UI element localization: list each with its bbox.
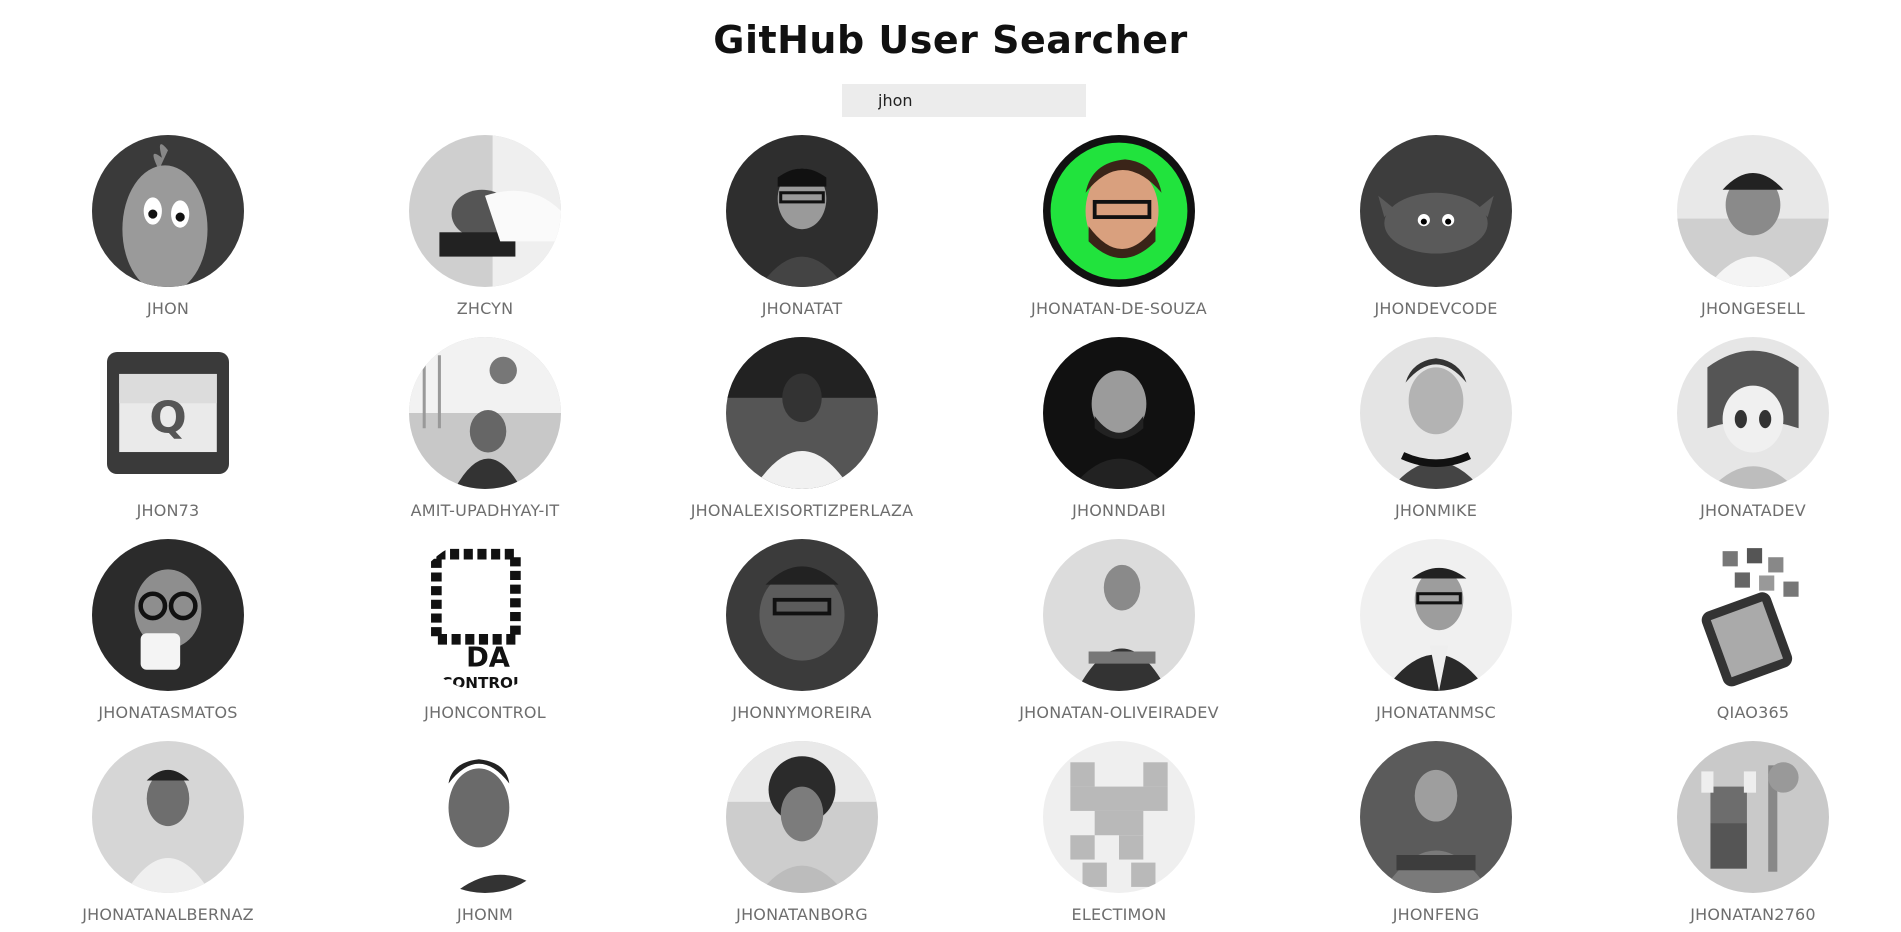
user-login[interactable]: jhonatan-oliveiradev	[1019, 703, 1218, 722]
user-login[interactable]: jhonalexisortizperlaza	[691, 501, 914, 520]
man-with-glasses-dark-avatar[interactable]	[726, 539, 878, 691]
user-login[interactable]: jhon	[147, 299, 189, 318]
user-login[interactable]: jhondevcode	[1374, 299, 1497, 318]
man-arms-crossed-avatar[interactable]	[1043, 539, 1195, 691]
crab-mascot-avatar[interactable]	[1360, 135, 1512, 287]
user-login[interactable]: jhonfeng	[1393, 905, 1480, 924]
smiling-man-headphones-avatar[interactable]	[1360, 337, 1512, 489]
user-login[interactable]: jhonatan2760	[1690, 905, 1816, 924]
user-login[interactable]: jhonatasmatos	[98, 703, 237, 722]
user-login[interactable]: jhonatanmsc	[1376, 703, 1496, 722]
user-login[interactable]: jhonndabi	[1072, 501, 1166, 520]
user-card[interactable]: Qjhon73	[38, 337, 298, 539]
svg-text:CONTROL: CONTROL	[441, 674, 523, 691]
smartphone-apps-avatar[interactable]	[1677, 539, 1829, 691]
user-login[interactable]: jhoncontrol	[424, 703, 546, 722]
user-login[interactable]: zhcyn	[457, 299, 514, 318]
user-login[interactable]: electimon	[1072, 905, 1167, 924]
user-login[interactable]: jhongesell	[1701, 299, 1805, 318]
user-card[interactable]: jhonndabi	[989, 337, 1249, 539]
user-login[interactable]: jhonatan-de-souza	[1031, 299, 1207, 318]
bearded-man-avatar[interactable]	[1043, 337, 1195, 489]
user-login[interactable]: jhonatanborg	[736, 905, 868, 924]
man-drinking-coffee-avatar[interactable]	[92, 539, 244, 691]
user-login[interactable]: jhonatanalbernaz	[82, 905, 254, 924]
user-card[interactable]: jhonatanmsc	[1306, 539, 1566, 741]
curly-hair-man-avatar[interactable]	[726, 741, 878, 893]
user-card[interactable]: jhonatan-oliveiradev	[989, 539, 1249, 741]
user-card[interactable]: DA CONTROL jhoncontrol	[355, 539, 615, 741]
bearded-man-green-background-avatar[interactable]	[1043, 135, 1195, 287]
user-card[interactable]: jhonatat	[672, 135, 932, 337]
user-login[interactable]: jhonmike	[1395, 501, 1477, 520]
man-portrait-avatar[interactable]	[409, 741, 561, 893]
search-input[interactable]	[842, 84, 1086, 117]
man-in-suit-avatar[interactable]	[1360, 539, 1512, 691]
user-card[interactable]: jhonm	[355, 741, 615, 932]
user-login[interactable]: jhonatadev	[1700, 501, 1806, 520]
anime-character-avatar[interactable]	[1677, 337, 1829, 489]
user-card[interactable]: jhonmike	[1306, 337, 1566, 539]
user-card[interactable]: jhonatan2760	[1623, 741, 1883, 932]
man-arms-crossed-dark-avatar[interactable]	[1360, 741, 1512, 893]
man-in-cap-avatar[interactable]	[1677, 135, 1829, 287]
user-card[interactable]: jhonatan-de-souza	[989, 135, 1249, 337]
user-card[interactable]: jhondevcode	[1306, 135, 1566, 337]
basketball-player-avatar[interactable]	[409, 337, 561, 489]
user-card[interactable]: zhcyn	[355, 135, 615, 337]
user-card[interactable]: jhonnymoreira	[672, 539, 932, 741]
letter-q-app-icon-avatar[interactable]: Q	[107, 352, 229, 474]
user-login[interactable]: jhonm	[457, 905, 513, 924]
user-card[interactable]: qiao365	[1623, 539, 1883, 741]
user-card[interactable]: jhonatadev	[1623, 337, 1883, 539]
man-with-glasses-avatar[interactable]	[726, 135, 878, 287]
user-card[interactable]: amit-upadhyay-it	[355, 337, 615, 539]
app: GitHub User Searcher jhon zhcyn jhonatat jh…	[0, 0, 1901, 932]
user-login[interactable]: jhon73	[137, 501, 200, 520]
pixel-viking-avatar[interactable]	[1677, 741, 1829, 893]
user-card[interactable]: jhonatanborg	[672, 741, 932, 932]
control-logo-avatar[interactable]: DA CONTROL	[409, 539, 561, 691]
user-card[interactable]: jhonfeng	[1306, 741, 1566, 932]
young-man-avatar[interactable]	[92, 741, 244, 893]
svg-text:DA: DA	[466, 643, 511, 674]
user-login[interactable]: qiao365	[1717, 703, 1790, 722]
user-card[interactable]: jhonatasmatos	[38, 539, 298, 741]
svg-text:Q: Q	[149, 393, 186, 444]
user-card[interactable]: electimon	[989, 741, 1249, 932]
user-card[interactable]: jhongesell	[1623, 135, 1883, 337]
user-login[interactable]: amit-upadhyay-it	[411, 501, 560, 520]
carrot-cartoon-avatar[interactable]	[92, 135, 244, 287]
user-card[interactable]: jhon	[38, 135, 298, 337]
man-in-white-shirt-avatar[interactable]	[726, 337, 878, 489]
identicon-avatar[interactable]	[1043, 741, 1195, 893]
user-login[interactable]: jhonatat	[762, 299, 843, 318]
person-on-laptop-avatar[interactable]	[409, 135, 561, 287]
page-title: GitHub User Searcher	[713, 18, 1188, 62]
user-login[interactable]: jhonnymoreira	[732, 703, 871, 722]
user-card[interactable]: jhonalexisortizperlaza	[672, 337, 932, 539]
user-card[interactable]: jhonatanalbernaz	[38, 741, 298, 932]
